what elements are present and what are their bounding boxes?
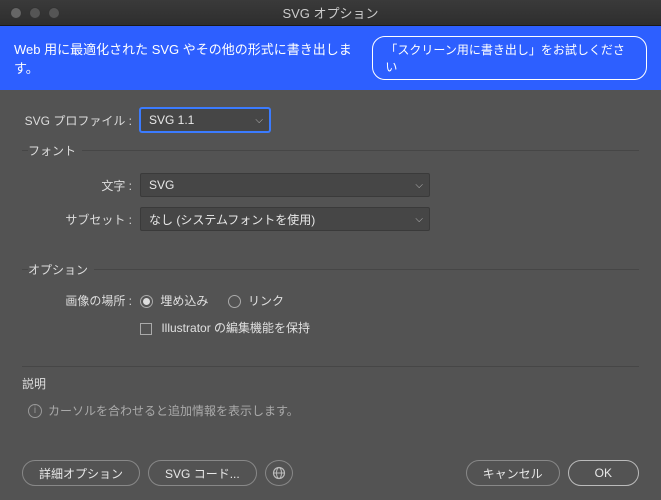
description-section: 説明 i カーソルを合わせると追加情報を表示します。 — [22, 366, 639, 419]
font-subset-value: なし (システムフォントを使用) — [149, 211, 315, 228]
minimize-window-icon[interactable] — [29, 7, 41, 19]
font-type-label: 文字 : — [22, 177, 140, 194]
web-preview-button[interactable] — [265, 460, 293, 486]
link-label: リンク — [248, 294, 284, 308]
image-location-group: 埋め込み リンク — [140, 292, 300, 309]
info-banner: Web 用に最適化された SVG やその他の形式に書き出します。 「スクリーン用… — [0, 26, 661, 90]
ok-button[interactable]: OK — [568, 460, 639, 486]
preserve-checkbox[interactable] — [140, 323, 152, 335]
link-radio[interactable] — [228, 295, 241, 308]
advanced-options-button[interactable]: 詳細オプション — [22, 460, 140, 486]
svg-code-button[interactable]: SVG コード... — [148, 460, 257, 486]
close-window-icon[interactable] — [10, 7, 22, 19]
titlebar: SVG オプション — [0, 0, 661, 26]
font-legend: フォント — [28, 142, 82, 159]
description-text: カーソルを合わせると追加情報を表示します。 — [48, 402, 299, 419]
preserve-group: Illustrator の編集機能を保持 — [140, 319, 310, 336]
embed-label: 埋め込み — [160, 294, 208, 308]
image-location-label: 画像の場所 : — [22, 292, 140, 309]
zoom-window-icon[interactable] — [48, 7, 60, 19]
options-legend: オプション — [28, 261, 94, 278]
font-subset-label: サブセット : — [22, 211, 140, 228]
info-icon: i — [28, 404, 42, 418]
svg-profile-label: SVG プロファイル : — [22, 112, 140, 129]
chevron-down-icon: ⌵ — [415, 214, 423, 225]
cancel-button[interactable]: キャンセル — [466, 460, 560, 486]
preserve-label: Illustrator の編集機能を保持 — [161, 321, 310, 335]
description-text-row: i カーソルを合わせると追加情報を表示します。 — [22, 402, 639, 419]
banner-text: Web 用に最適化された SVG やその他の形式に書き出します。 — [14, 39, 372, 77]
globe-icon — [272, 466, 286, 480]
font-type-value: SVG — [149, 178, 174, 192]
traffic-lights — [10, 7, 60, 19]
content-area: SVG プロファイル : SVG 1.1 ⌵ フォント 文字 : SVG ⌵ サ… — [0, 90, 661, 419]
try-screen-export-button[interactable]: 「スクリーン用に書き出し」をお試しください — [372, 36, 647, 80]
svg-profile-value: SVG 1.1 — [149, 113, 194, 127]
font-fieldset: フォント 文字 : SVG ⌵ サブセット : なし (システムフォントを使用)… — [22, 142, 639, 247]
chevron-down-icon: ⌵ — [255, 115, 263, 126]
svg-profile-select[interactable]: SVG 1.1 ⌵ — [140, 108, 270, 132]
window-title: SVG オプション — [282, 3, 378, 22]
font-subset-select[interactable]: なし (システムフォントを使用) ⌵ — [140, 207, 430, 231]
font-type-select[interactable]: SVG ⌵ — [140, 173, 430, 197]
footer: 詳細オプション SVG コード... キャンセル OK — [22, 460, 639, 486]
description-legend: 説明 — [22, 375, 639, 392]
embed-radio[interactable] — [140, 295, 153, 308]
options-fieldset: オプション 画像の場所 : 埋め込み リンク Illustrator の編集機能… — [22, 261, 639, 352]
chevron-down-icon: ⌵ — [415, 180, 423, 191]
